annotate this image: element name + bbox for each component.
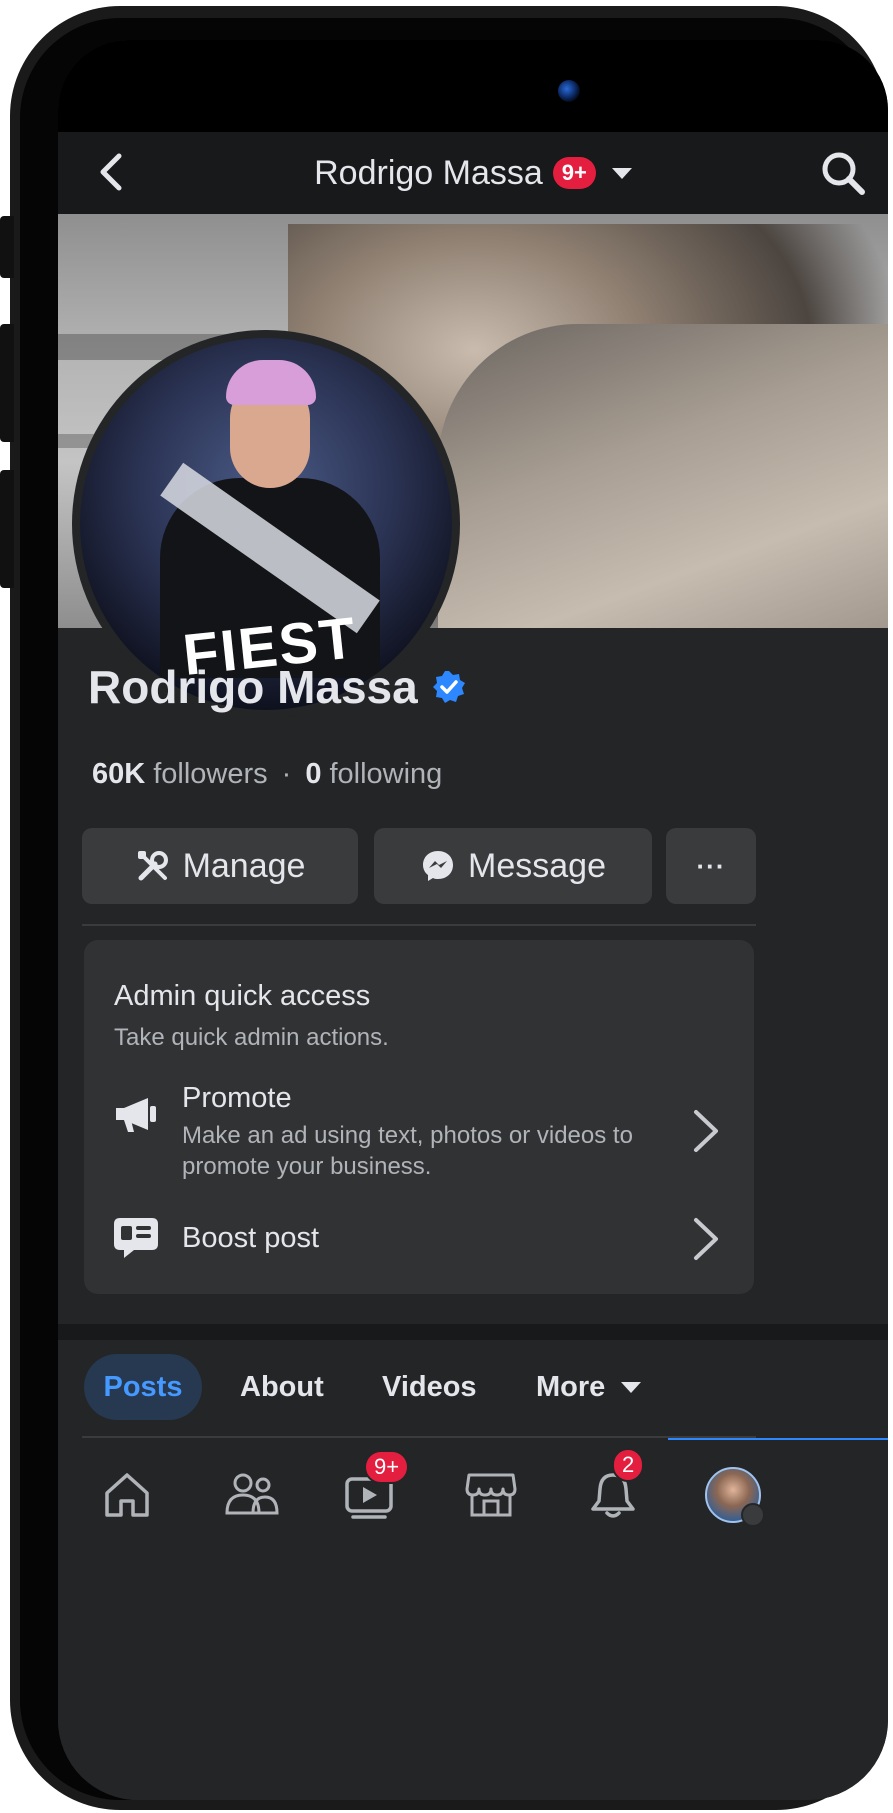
promote-title: Promote [182, 1082, 292, 1114]
tab-about-label: About [240, 1370, 324, 1403]
notifications-icon[interactable]: 2 [578, 1448, 648, 1530]
menu-icon [741, 1503, 765, 1527]
tab-more-label: More [536, 1370, 606, 1403]
status-bar [58, 40, 888, 132]
tab-about[interactable]: About [240, 1354, 324, 1420]
cover-coat-shape [438, 324, 888, 628]
message-button[interactable]: Message [374, 828, 652, 904]
avatar-hair-shape [226, 360, 316, 405]
search-icon[interactable] [818, 148, 868, 198]
boost-post-title: Boost post [182, 1222, 320, 1254]
caret-down-icon [611, 167, 632, 179]
section-separator [58, 1324, 888, 1340]
avatar [705, 1467, 765, 1527]
divider [82, 924, 756, 926]
profile-tabs: Posts About Videos More [58, 1340, 888, 1436]
manage-label: Manage [182, 846, 306, 885]
promote-description: Make an ad using text, photos or videos … [182, 1122, 633, 1180]
admin-card-subtitle: Take quick admin actions. [114, 1024, 389, 1051]
stats-separator: · [281, 758, 292, 790]
messenger-icon [423, 851, 454, 881]
verified-badge-icon [432, 670, 466, 704]
admin-card-title: Admin quick access [114, 980, 371, 1012]
divider [82, 1436, 756, 1438]
message-label: Message [468, 846, 606, 885]
home-icon[interactable] [92, 1460, 162, 1530]
following-label: following [329, 758, 443, 790]
side-button-silent [0, 216, 14, 278]
screen: Rodrigo Massa 9+ FIEST Rodrigo Massa 60K… [58, 40, 888, 1800]
notifications-badge: 2 [612, 1448, 645, 1482]
side-button-volume-down [0, 470, 14, 588]
tab-videos[interactable]: Videos [382, 1354, 477, 1420]
following-count: 0 [305, 758, 322, 790]
chevron-right-icon [688, 1216, 722, 1262]
manage-button[interactable]: Manage [82, 828, 358, 904]
tab-videos-label: Videos [382, 1370, 477, 1403]
more-options-button[interactable]: ··· [666, 828, 756, 904]
profile-icon[interactable] [698, 1460, 768, 1530]
tab-more[interactable]: More [536, 1354, 642, 1420]
bottom-nav-bar: 9+ 2 [58, 1440, 888, 1540]
tab-posts[interactable]: Posts [84, 1354, 202, 1420]
followers-count: 60K [92, 758, 146, 790]
chevron-right-icon [688, 1108, 722, 1154]
phone-frame: Rodrigo Massa 9+ FIEST Rodrigo Massa 60K… [0, 6, 888, 1810]
boost-post-icon [112, 1214, 160, 1262]
video-icon[interactable]: 9+ [336, 1450, 410, 1530]
camera-icon [558, 80, 580, 102]
admin-quick-access-card: Admin quick access Take quick admin acti… [84, 940, 754, 1294]
tab-posts-label: Posts [103, 1370, 183, 1403]
followers-label: followers [153, 758, 268, 790]
page-title: Rodrigo Massa [88, 661, 418, 713]
phone-bezel: Rodrigo Massa 9+ FIEST Rodrigo Massa 60K… [20, 18, 888, 1800]
video-badge: 9+ [364, 1450, 410, 1484]
tools-icon [137, 851, 168, 881]
side-button-volume-up [0, 324, 14, 442]
bottom-area [58, 1540, 888, 1800]
marketplace-icon[interactable] [456, 1460, 526, 1530]
megaphone-icon [112, 1090, 160, 1138]
top-nav-bar: Rodrigo Massa 9+ [58, 132, 888, 214]
follower-stats[interactable]: 60K followers · 0 following [92, 758, 442, 791]
notification-badge: 9+ [552, 157, 596, 189]
page-switcher[interactable]: Rodrigo Massa 9+ [58, 132, 888, 214]
nav-title: Rodrigo Massa [314, 153, 543, 192]
caret-down-icon [621, 1381, 642, 1393]
profile-picture-image: FIEST [80, 338, 452, 710]
more-dots-icon: ··· [696, 850, 726, 881]
profile-name-row: Rodrigo Massa [88, 660, 466, 714]
friends-icon[interactable] [216, 1460, 286, 1530]
